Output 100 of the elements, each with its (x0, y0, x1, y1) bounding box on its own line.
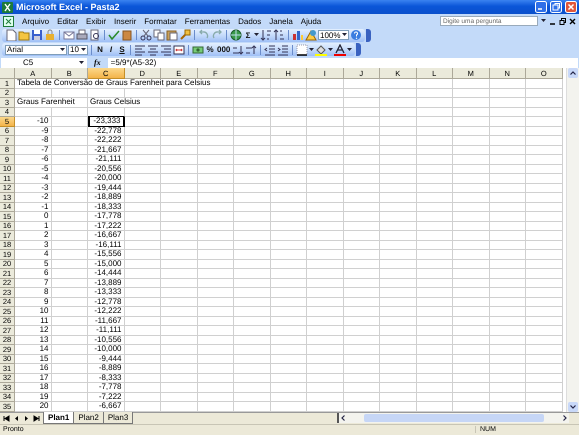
envelope-icon[interactable] (63, 29, 75, 41)
drawing-shapes-icon[interactable] (305, 29, 317, 41)
window-title: Microsoft Excel - Pasta2 (16, 2, 121, 12)
paintbrush-icon[interactable] (179, 29, 191, 41)
menu-item[interactable]: Ferramentas (184, 16, 230, 26)
bold-button[interactable]: N (95, 44, 105, 56)
scroll-left-icon[interactable] (339, 414, 347, 422)
spell-check-icon[interactable] (108, 29, 120, 41)
sheet-tab[interactable]: Plan3 (102, 412, 134, 424)
formula-field[interactable]: =5/9*(A5-32) (108, 58, 578, 68)
insert-function-button[interactable]: fx (90, 58, 105, 67)
copy-icon[interactable] (153, 29, 165, 41)
font-color-icon[interactable] (334, 44, 346, 56)
dropdown-caret-icon[interactable] (79, 60, 84, 64)
fill-bucket-icon[interactable] (315, 44, 328, 56)
help-icon[interactable] (350, 29, 362, 41)
clipboard-icon[interactable] (166, 29, 178, 41)
increase-decimal-icon[interactable] (232, 44, 244, 56)
dropdown-caret-icon[interactable] (328, 48, 334, 52)
table-cell: -7,222 (88, 392, 124, 402)
scroll-right-icon[interactable] (561, 414, 569, 422)
dropdown-caret-icon[interactable] (342, 33, 348, 37)
table-cell: -12,778 (88, 298, 124, 307)
scroll-up-icon[interactable] (568, 68, 578, 78)
thousands-separator-button[interactable]: 000 (216, 44, 232, 56)
dropdown-caret-icon[interactable] (541, 19, 546, 23)
toolbar-options-handle[interactable] (356, 43, 362, 56)
menu-item[interactable]: Formatar (144, 16, 177, 26)
previous-sheet-icon[interactable] (13, 414, 20, 422)
menu-item[interactable]: Arquivo (22, 16, 50, 26)
dropdown-caret-icon[interactable] (254, 33, 259, 37)
table-cell: -17,222 (88, 222, 124, 231)
dropdown-caret-icon[interactable] (309, 48, 314, 52)
table-cell: -20,000 (88, 174, 124, 184)
menu-item[interactable]: Janela (269, 16, 293, 26)
table-cell: -16,111 (88, 240, 124, 250)
print-preview-icon[interactable] (89, 29, 101, 41)
currency-icon[interactable] (192, 44, 204, 56)
sheet-tab[interactable]: Plan1 (43, 412, 74, 424)
restore-icon[interactable] (559, 18, 566, 24)
autosum-button[interactable]: Σ (243, 29, 253, 41)
table-cell: -21,667 (88, 146, 124, 155)
name-box[interactable]: C5 (1, 58, 87, 68)
scissors-icon[interactable] (140, 29, 152, 41)
percent-style-button[interactable]: % (205, 44, 215, 56)
table-cell: -10 (15, 117, 52, 126)
dropdown-caret-icon[interactable] (60, 48, 65, 52)
table-cell: -16,667 (88, 231, 124, 240)
close-icon[interactable] (569, 18, 576, 24)
table-cell: -22,222 (88, 136, 124, 146)
globe-link-icon[interactable] (230, 29, 242, 41)
align-left-icon[interactable] (134, 44, 146, 56)
next-sheet-icon[interactable] (23, 414, 30, 422)
indent-icon[interactable] (277, 44, 290, 56)
menu-item[interactable]: Editar (57, 16, 78, 26)
align-center-icon[interactable] (147, 44, 159, 56)
table-cell: -3 (15, 184, 52, 193)
bar-chart-icon[interactable] (292, 29, 304, 41)
underline-button[interactable]: S (117, 44, 127, 56)
table-cell: Graus Celsius (88, 98, 161, 108)
font-size-dropdown[interactable]: 10 (68, 44, 88, 54)
sort-descending-icon[interactable] (273, 29, 285, 41)
toolbar-options-handle[interactable] (366, 28, 372, 42)
dropdown-caret-icon[interactable] (347, 48, 352, 52)
spreadsheet-doc-icon[interactable] (3, 16, 14, 26)
table-cell: -9 (15, 126, 52, 136)
italic-button[interactable]: I (106, 44, 116, 56)
scroll-down-icon[interactable] (568, 402, 578, 412)
menu-item[interactable]: Ajuda (300, 16, 322, 26)
table-cell: 12 (15, 326, 52, 336)
sheet-tab[interactable]: Plan2 (73, 412, 104, 424)
menu-item[interactable]: Inserir (114, 16, 136, 26)
table-cell: -23,333 (88, 117, 124, 126)
table-cell: -11,111 (88, 326, 124, 336)
lock-icon[interactable] (44, 29, 56, 41)
borders-icon[interactable] (296, 44, 308, 56)
table-cell: -15,000 (88, 260, 124, 269)
horizontal-scrollbar[interactable] (337, 413, 569, 423)
table-cell: 17 (15, 374, 52, 383)
zoom-dropdown[interactable]: 100% (318, 30, 350, 40)
table-cell: 3 (15, 240, 52, 250)
table-cell: -17,778 (88, 212, 124, 222)
font-dropdown[interactable]: Arial (5, 44, 67, 54)
table-cell: -10,556 (88, 336, 124, 345)
table-cell: -8 (15, 136, 52, 146)
table-cell: 0 (15, 212, 52, 222)
menu-item[interactable]: Dados (238, 16, 262, 26)
sort-ascending-icon[interactable] (260, 29, 272, 41)
vertical-scrollbar[interactable] (566, 68, 579, 412)
last-sheet-icon[interactable] (33, 414, 40, 422)
outdent-icon[interactable] (264, 44, 276, 56)
printer-icon[interactable] (76, 29, 88, 41)
merge-center-icon[interactable] (173, 44, 185, 56)
menu-item[interactable]: Exibir (86, 16, 106, 26)
dropdown-caret-icon[interactable] (81, 48, 86, 52)
align-right-icon[interactable] (160, 44, 172, 56)
first-sheet-icon[interactable] (3, 414, 10, 422)
table-cell: Graus Farenheit (15, 98, 88, 108)
decrease-decimal-icon[interactable] (245, 44, 258, 56)
table-cell: 19 (15, 392, 52, 402)
